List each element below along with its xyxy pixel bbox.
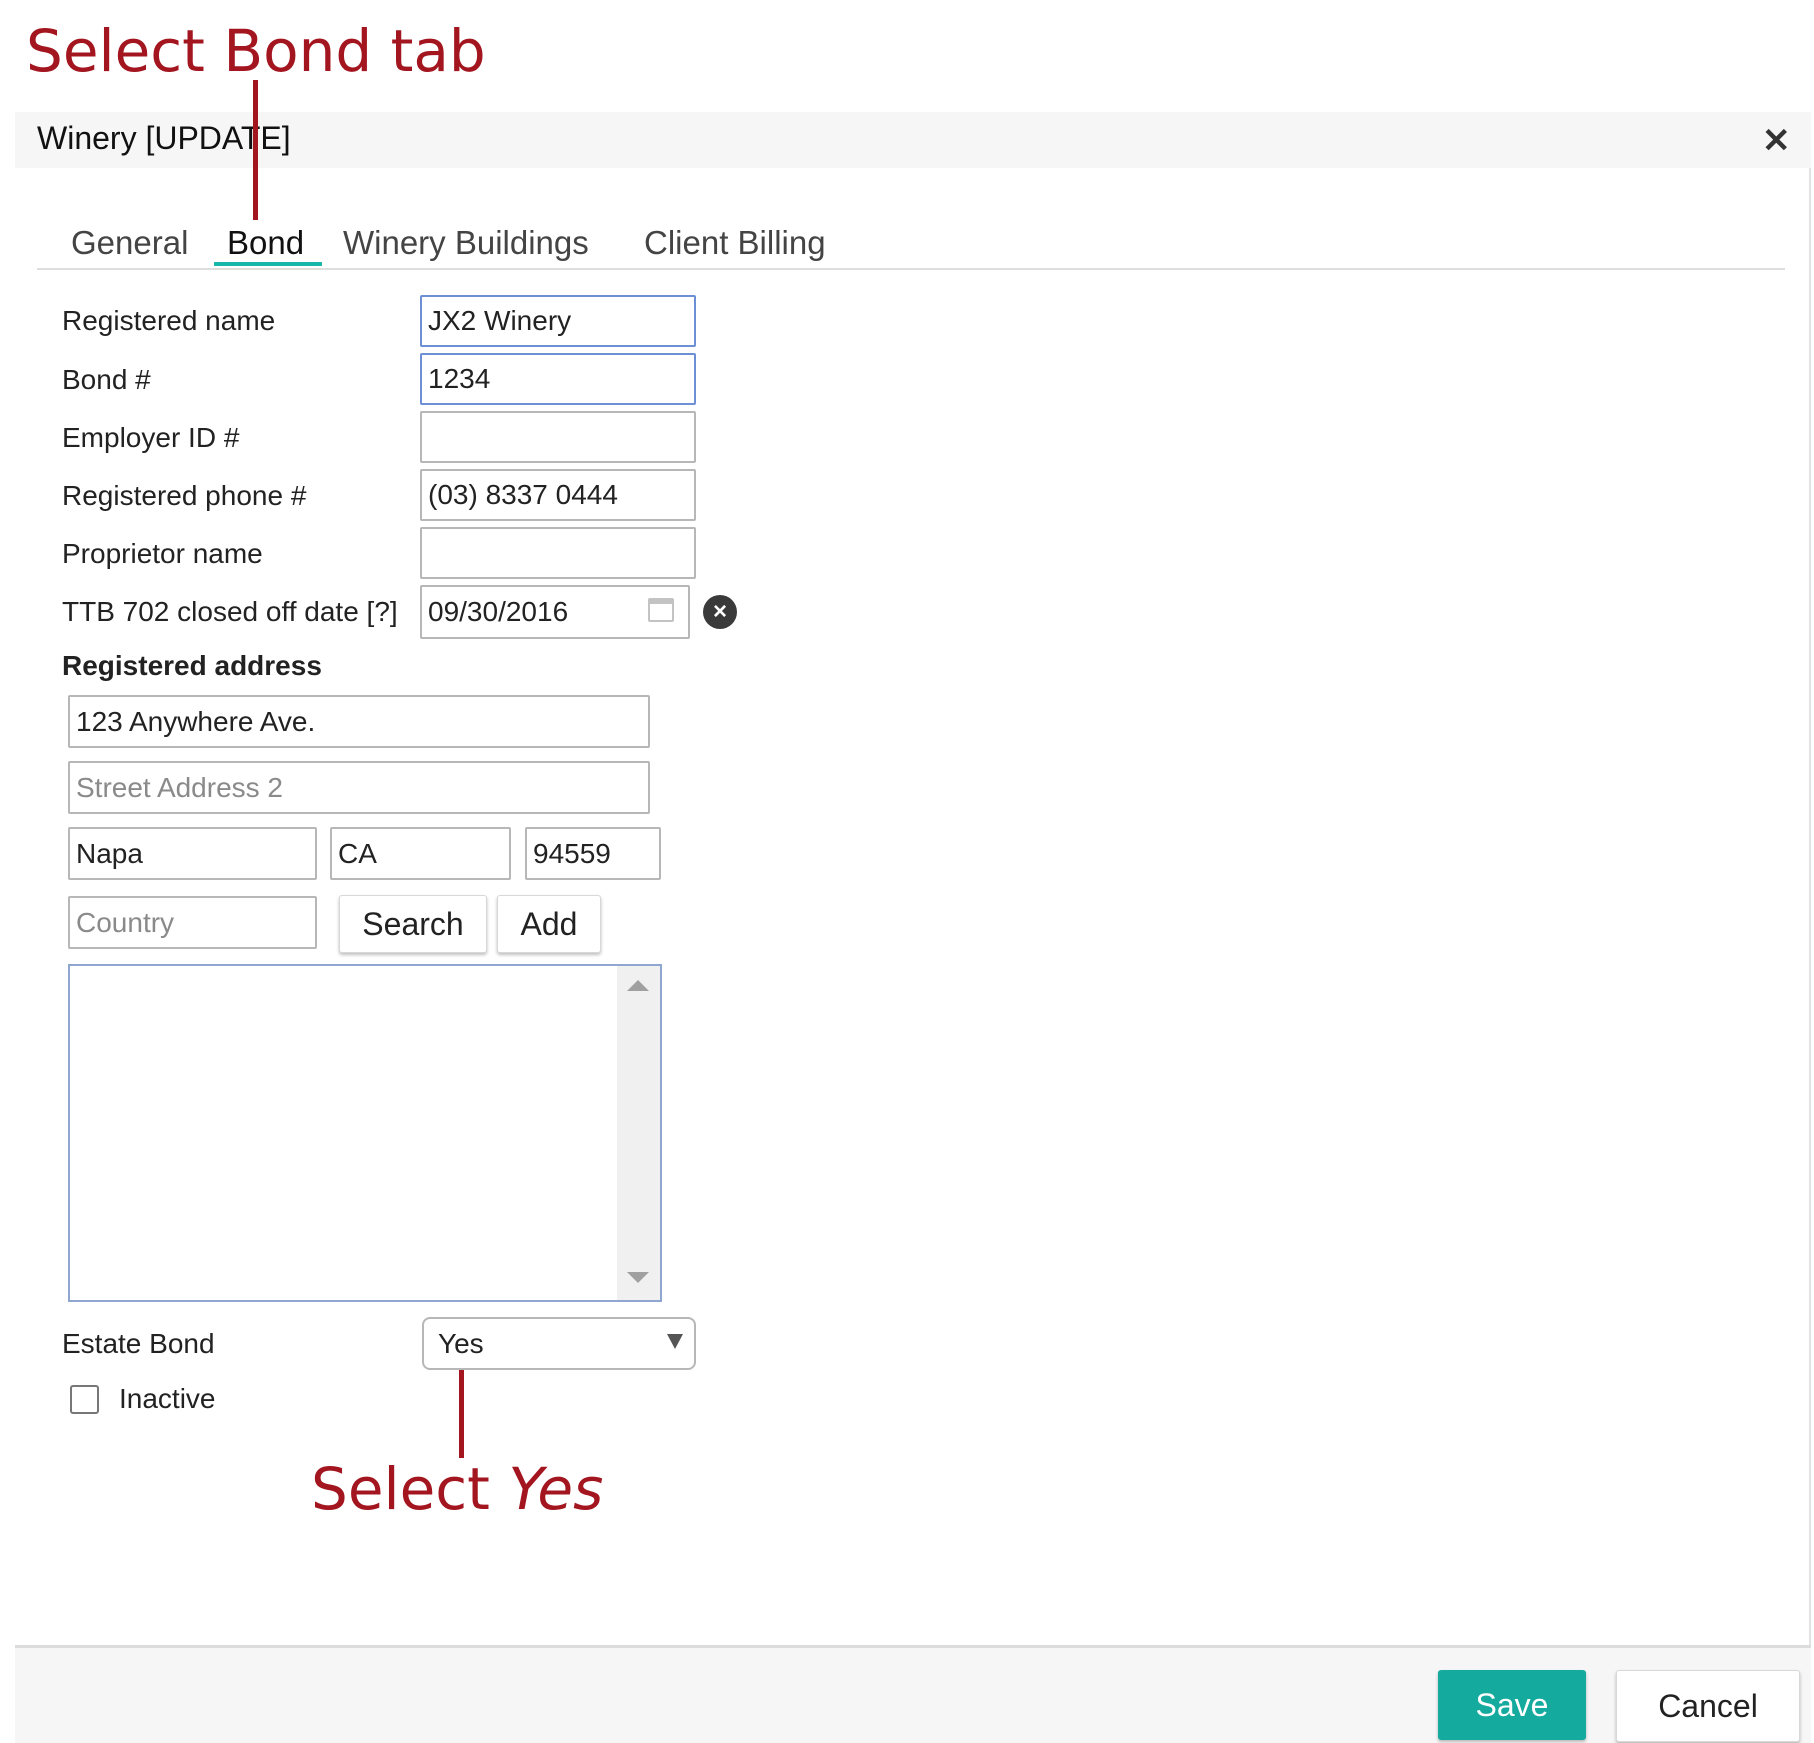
address-results-list[interactable] <box>68 964 662 1302</box>
city-input[interactable] <box>68 827 317 880</box>
inactive-checkbox[interactable] <box>70 1385 99 1414</box>
annotation-select-text: Select <box>311 1455 490 1523</box>
registered-name-input[interactable] <box>420 295 696 347</box>
list-scrollbar[interactable] <box>617 966 660 1300</box>
cancel-button[interactable]: Cancel <box>1616 1670 1800 1742</box>
tab-client-billing[interactable]: Client Billing <box>644 224 826 262</box>
registered-phone-input[interactable] <box>420 469 696 521</box>
annotation-select-bond-tab: Select Bond tab <box>26 17 486 85</box>
registered-name-label: Registered name <box>62 305 276 336</box>
tab-bond[interactable]: Bond <box>227 224 304 262</box>
add-address-button[interactable]: Add <box>497 895 601 953</box>
zip-input[interactable] <box>525 827 661 880</box>
search-address-button[interactable]: Search <box>339 895 487 953</box>
country-input[interactable] <box>68 896 317 949</box>
employer-id-input[interactable] <box>420 411 696 463</box>
annotation-yes-text: Yes <box>508 1455 604 1523</box>
save-button[interactable]: Save <box>1438 1670 1586 1740</box>
tabs-divider <box>37 268 1785 270</box>
ttb-date-label: TTB 702 closed off date [?] <box>62 596 398 627</box>
registered-phone-label: Registered phone # <box>62 480 307 511</box>
annotation-select-yes: Select Yes <box>311 1460 603 1518</box>
employer-id-label: Employer ID # <box>62 422 240 453</box>
proprietor-name-input[interactable] <box>420 527 696 579</box>
tab-winery-buildings[interactable]: Winery Buildings <box>343 224 589 262</box>
tab-general[interactable]: General <box>71 224 188 262</box>
calendar-icon[interactable] <box>648 598 674 622</box>
street-address-2-input[interactable] <box>68 761 650 814</box>
scroll-down-icon[interactable] <box>627 1272 649 1283</box>
close-icon[interactable]: ✕ <box>1762 124 1791 158</box>
inactive-label: Inactive <box>119 1383 216 1414</box>
annotation-pointer-bond <box>253 80 258 220</box>
active-tab-indicator <box>214 262 322 266</box>
clear-date-icon[interactable]: × <box>703 595 737 629</box>
dropdown-arrow-icon <box>667 1334 683 1349</box>
street-address-1-input[interactable] <box>68 695 650 748</box>
bond-number-input[interactable] <box>420 353 696 405</box>
bond-number-label: Bond # <box>62 364 151 395</box>
estate-bond-select[interactable]: Yes <box>422 1317 696 1370</box>
registered-address-label: Registered address <box>62 650 322 681</box>
estate-bond-selected-value: Yes <box>438 1327 484 1359</box>
scroll-up-icon[interactable] <box>627 980 649 991</box>
estate-bond-label: Estate Bond <box>62 1328 215 1359</box>
state-input[interactable] <box>330 827 511 880</box>
proprietor-name-label: Proprietor name <box>62 538 263 569</box>
annotation-pointer-yes <box>459 1370 464 1458</box>
